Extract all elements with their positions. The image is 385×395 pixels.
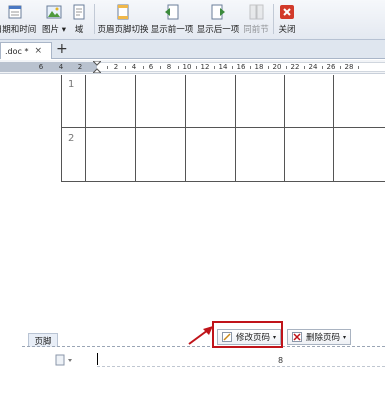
ruler-tick: 4: [131, 63, 137, 71]
show-next-icon: [210, 4, 226, 20]
calendar-icon: [7, 4, 23, 20]
chevron-down-icon: ▾: [273, 333, 277, 341]
ruler-tick: 28: [344, 63, 354, 71]
table-row-number: 2: [68, 133, 75, 144]
field-button[interactable]: 域: [70, 2, 88, 38]
modify-page-number-button[interactable]: 修改页码 ▾: [217, 329, 282, 345]
picture-icon: [46, 4, 62, 20]
ruler-tick: 14: [218, 63, 228, 71]
ruler-tick: 2: [113, 63, 119, 71]
show-next-button[interactable]: 显示后一项: [196, 2, 240, 38]
close-label: 关闭: [278, 25, 296, 35]
document-tab-bar: .doc * × +: [0, 40, 385, 59]
ruler-tick: 10: [182, 63, 192, 71]
delete-page-number-label: 删除页码: [306, 333, 341, 343]
document-tab-title: .doc *: [5, 46, 29, 56]
chevron-down-icon: ▾: [343, 333, 347, 341]
same-as-previous-icon: [248, 4, 264, 20]
document-tab[interactable]: .doc * ×: [0, 42, 52, 59]
ribbon-toolbar: 日期和时间 图片 ▾ 域 页眉页脚切换 显示前一项 显示后一项 同前节: [0, 0, 385, 40]
close-button[interactable]: 关闭: [276, 2, 298, 38]
table-row-number: 1: [68, 79, 75, 90]
edit-icon: [222, 332, 232, 342]
chevron-down-icon: ▾: [61, 25, 66, 35]
new-tab-icon[interactable]: +: [56, 40, 68, 58]
show-next-label: 显示后一项: [196, 25, 240, 35]
show-previous-button[interactable]: 显示前一项: [150, 2, 194, 38]
date-time-label: 日期和时间: [0, 25, 37, 35]
ruler-tick: 6: [148, 63, 154, 71]
text-cursor: [97, 353, 98, 365]
indent-marker-icon[interactable]: [93, 61, 101, 73]
close-icon: [279, 4, 295, 20]
ruler-tick: 6: [38, 63, 44, 71]
ruler-tick: 24: [308, 63, 318, 71]
picture-button[interactable]: 图片 ▾: [40, 2, 68, 38]
footer-boundary: [22, 346, 385, 347]
ruler-tick: 18: [254, 63, 264, 71]
show-previous-icon: [164, 4, 180, 20]
header-footer-switch-label: 页眉页脚切换: [97, 25, 149, 35]
same-as-previous-button[interactable]: 同前节: [242, 2, 270, 38]
delete-page-number-button[interactable]: 删除页码 ▾: [287, 329, 352, 345]
ruler-tick: 20: [272, 63, 282, 71]
field-icon: [71, 4, 87, 20]
red-arrow-icon: [188, 326, 213, 345]
ruler-tick: 4: [58, 63, 64, 71]
close-tab-icon[interactable]: ×: [34, 46, 42, 56]
footer-label: 页脚: [28, 333, 58, 347]
ruler-tick: 26: [326, 63, 336, 71]
show-previous-label: 显示前一项: [150, 25, 194, 35]
ruler-tick: 2: [77, 63, 83, 71]
page-options-icon[interactable]: [55, 354, 73, 366]
ruler-tick: 12: [200, 63, 210, 71]
same-as-previous-label: 同前节: [243, 25, 269, 35]
ribbon-divider: [273, 4, 274, 34]
modify-page-number-label: 修改页码: [236, 333, 271, 343]
ruler-tick: 22: [290, 63, 300, 71]
ruler-tick: 16: [236, 63, 246, 71]
picture-label: 图片: [42, 25, 60, 35]
page-number: 8: [278, 356, 284, 365]
header-footer-switch-icon: [115, 4, 131, 20]
ruler-tick: 8: [166, 63, 172, 71]
ribbon-divider: [94, 4, 95, 34]
footer-boundary: [97, 366, 385, 367]
header-footer-switch-button[interactable]: 页眉页脚切换: [97, 2, 149, 38]
document-page[interactable]: [0, 75, 385, 395]
field-label: 域: [74, 25, 84, 35]
date-time-button[interactable]: 日期和时间: [0, 2, 38, 38]
delete-icon: [292, 332, 302, 342]
horizontal-ruler[interactable]: 6 4 2 2 4 6 8 10 12 14 16 18 20 22 24 26…: [0, 60, 385, 74]
